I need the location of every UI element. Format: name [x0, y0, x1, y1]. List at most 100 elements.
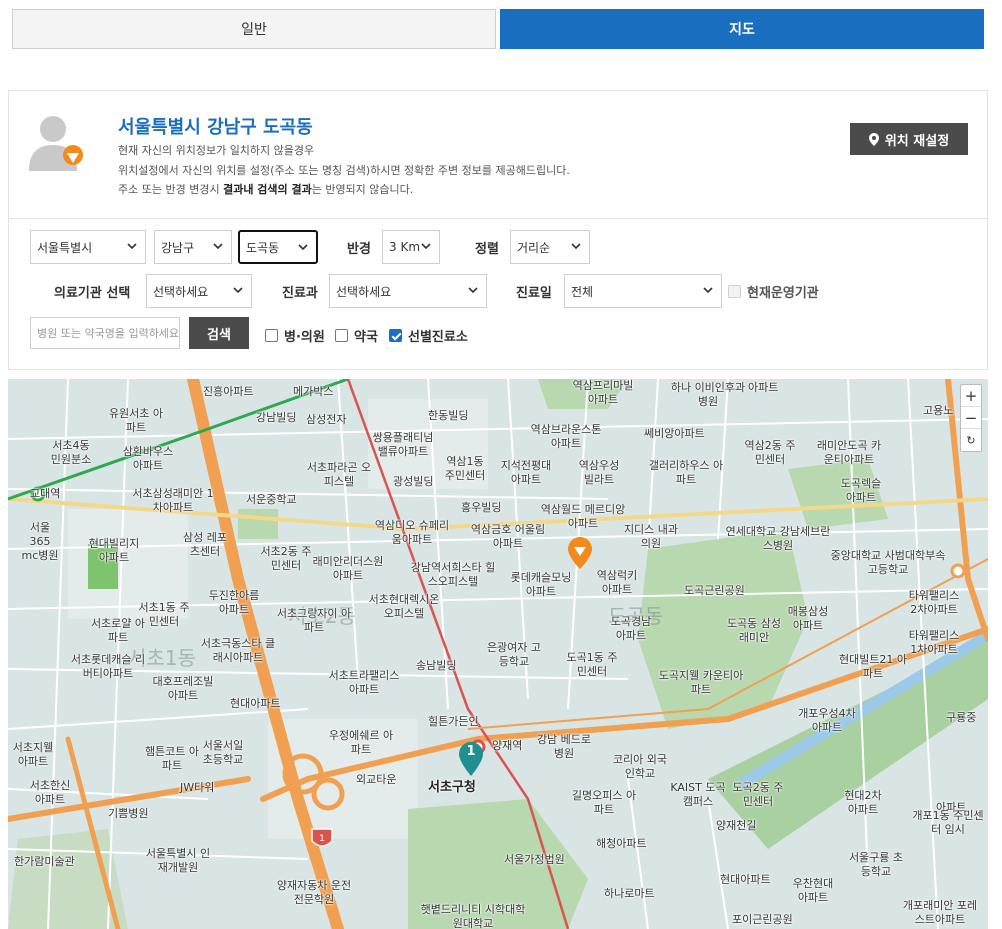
map-poi-label: 연세대학교 강남세브란스병원 — [725, 525, 831, 552]
map-poi-label: 유원서초 아파트 — [108, 407, 164, 434]
map-poi-label: 서울구룡 초등학교 — [848, 851, 904, 878]
hospital-checkbox[interactable]: 병·의원 — [265, 326, 325, 345]
map-poi-label: 하나로마트 — [604, 887, 655, 900]
tab-map[interactable]: 지도 — [500, 9, 984, 49]
map-pin-icon — [868, 132, 879, 146]
city-select[interactable]: 서울특별시 — [30, 230, 146, 264]
filter-panel: 서울특별시 강남구 도곡동 반경 3 Km 정렬 거리순 의료기관 선택 선택하… — [8, 218, 988, 370]
open-now-checkbox[interactable]: 현재운영기관 — [728, 282, 819, 301]
map-poi-label: 롯데캐슬모닝 아파트 — [510, 571, 572, 598]
sort-select-value: 거리순 — [517, 240, 551, 255]
map-poi-label: 역삼2동 주민센터 — [744, 439, 796, 466]
open-now-label: 현재운영기관 — [747, 286, 819, 301]
map-poi-label: 중앙대학교 사범대학부속고등학교 — [830, 549, 946, 576]
map-poi-label: 홍우빌딩 — [461, 501, 502, 514]
day-select[interactable]: 전체 — [564, 274, 722, 308]
map-poi-label: 광성빌딩 — [393, 475, 434, 488]
hospital-checkbox-label: 병·의원 — [284, 330, 325, 345]
map-poi-label: 하나 이비인후과병원 — [670, 381, 746, 408]
location-desc-line1: 현재 자신의 위치정보가 일치하지 않을경우 — [118, 144, 315, 157]
chevron-down-icon — [298, 244, 308, 251]
map-poi-label: 역삼디오 슈페리움아파트 — [374, 519, 450, 546]
map-poi-label: 강남빌딩 — [256, 411, 297, 424]
zoom-out-button[interactable]: − — [961, 407, 981, 429]
map-poi-label: 은광여자 고등학교 — [486, 641, 542, 668]
map-poi-label: 도곡근린공원 — [684, 584, 745, 597]
sort-label: 정렬 — [475, 242, 499, 257]
map-poi-label: 강남 베드로병원 — [536, 733, 592, 760]
district-select-value: 강남구 — [161, 240, 195, 255]
dong-select[interactable]: 도곡동 — [238, 230, 318, 264]
district-select[interactable]: 강남구 — [154, 230, 232, 264]
map-poi-label: 서초삼성래미안 1차아파트 — [132, 487, 214, 514]
map-refresh-button[interactable]: ↻ — [961, 429, 981, 451]
map-poi-label: 개포래미안 포레스트아파트 — [902, 899, 978, 926]
screening-clinic-checkbox[interactable]: 선별진료소 — [389, 326, 468, 345]
search-input[interactable]: 병원 또는 약국명을 입력하세요 — [30, 317, 180, 349]
chevron-down-icon — [571, 243, 581, 250]
map-poi-label: 지디스 내과의원 — [623, 523, 679, 550]
map-poi-label: 도곡동 삼성래미안 — [726, 617, 782, 644]
map-poi-label: 강남역서희스타 힐스오피스텔 — [410, 561, 496, 588]
map-poi-label: 삼환바우스 아파트 — [122, 445, 174, 472]
chevron-down-icon — [468, 287, 478, 294]
dong-select-value: 도곡동 — [246, 240, 280, 255]
screening-clinic-checkbox-label: 선별진료소 — [408, 330, 468, 345]
map-poi-label: 고용노 — [923, 404, 954, 417]
map-poi-label: 해청아파트 — [596, 837, 647, 850]
open-now-checkbox-box[interactable] — [728, 285, 741, 298]
map-poi-label: 서초극동스타 클래시아파트 — [200, 637, 276, 664]
map-poi-label: 갤러리하우스 아파트 — [648, 459, 724, 486]
current-location-marker-icon[interactable] — [568, 537, 592, 569]
map-poi-label: 역삼럭키 아파트 — [596, 569, 638, 596]
map-poi-label: 도곡경남 아파트 — [610, 615, 652, 642]
map-poi-label: 서초2동 주민센터 — [260, 545, 312, 572]
hospital-checkbox-box[interactable] — [265, 329, 278, 342]
zoom-in-button[interactable]: + — [961, 385, 981, 407]
map-poi-label: 양재자동차 운전전문학원 — [276, 879, 352, 906]
map-poi-label: 서울서일 초등학교 — [202, 739, 244, 766]
department-select[interactable]: 선택하세요 — [329, 274, 487, 308]
map-poi-label: 두진한아름 아파트 — [208, 589, 260, 616]
map-poi-label: 도곡렉슬 아파트 — [840, 477, 882, 504]
map-poi-label: 쌍용플래티넘 밸류아파트 — [372, 431, 434, 458]
map-poi-label: 코리아 외국인학교 — [612, 753, 668, 780]
pharmacy-checkbox-box[interactable] — [335, 329, 348, 342]
sort-select[interactable]: 거리순 — [510, 230, 590, 264]
pharmacy-checkbox[interactable]: 약국 — [335, 326, 378, 345]
chevron-down-icon — [127, 243, 137, 250]
map-poi-label: 우정에쉐르 아파트 — [328, 729, 394, 756]
facility-select[interactable]: 선택하세요 — [146, 274, 252, 308]
map-poi-label: 구룡중 — [946, 711, 977, 724]
map-poi-label: 현대빌리지 아파트 — [88, 537, 140, 564]
map-poi-label: 현대아파트 — [720, 873, 771, 886]
facility-label: 의료기관 선택 — [54, 286, 131, 301]
map-poi-label: 아파트 — [748, 381, 779, 394]
map-poi-label: 서초구청 — [428, 780, 476, 795]
map-poi-label: 역삼브라운스톤 아파트 — [530, 423, 602, 450]
map-poi-label: 개포1동 주민센터 임시 — [912, 809, 984, 836]
map-poi-label: 서초지웰 아파트 — [12, 741, 54, 768]
map-poi-label: 현대아파트 — [230, 697, 281, 710]
location-desc-line2: 위치설정에서 자신의 위치를 설정(주소 또는 명칭 검색)하시면 정확한 주변… — [118, 163, 570, 177]
screening-clinic-checkbox-box[interactable] — [389, 329, 402, 342]
location-desc-line3: 주소 또는 반경 변경시 결과내 검색의 결과는 반영되지 않습니다. — [118, 183, 414, 196]
radius-select[interactable]: 3 Km — [382, 230, 440, 264]
map-poi-label: 매봉삼성 아파트 — [787, 605, 829, 632]
search-button[interactable]: 검색 — [189, 317, 249, 349]
map-poi-label: 교대역 — [30, 487, 61, 500]
radius-label: 반경 — [347, 242, 371, 257]
reset-location-button[interactable]: 위치 재설정 — [850, 123, 968, 155]
map-view[interactable]: 1 서초2동 서초1동 도곡동 진흥아파트 메가박스 역삼프리마빌 아파트 하나… — [8, 379, 988, 929]
chevron-down-icon — [233, 287, 243, 294]
day-label: 진료일 — [516, 286, 552, 301]
map-poi-label: 타워팰리스 2차아파트 — [908, 589, 960, 616]
user-location-avatar-icon — [29, 116, 83, 171]
map-poi-label: 역삼우성 빌라트 — [578, 459, 620, 486]
map-poi-label: 힐튼가든인 — [428, 715, 479, 728]
map-poi-label: 서울가정법원 — [504, 853, 565, 866]
map-poi-label: 메가박스 — [293, 385, 334, 398]
map-poi-label: 타워팰리스 1차아파트 — [908, 629, 960, 656]
tab-general[interactable]: 일반 — [12, 9, 496, 49]
map-poi-label: 한동빌딩 — [428, 409, 469, 422]
